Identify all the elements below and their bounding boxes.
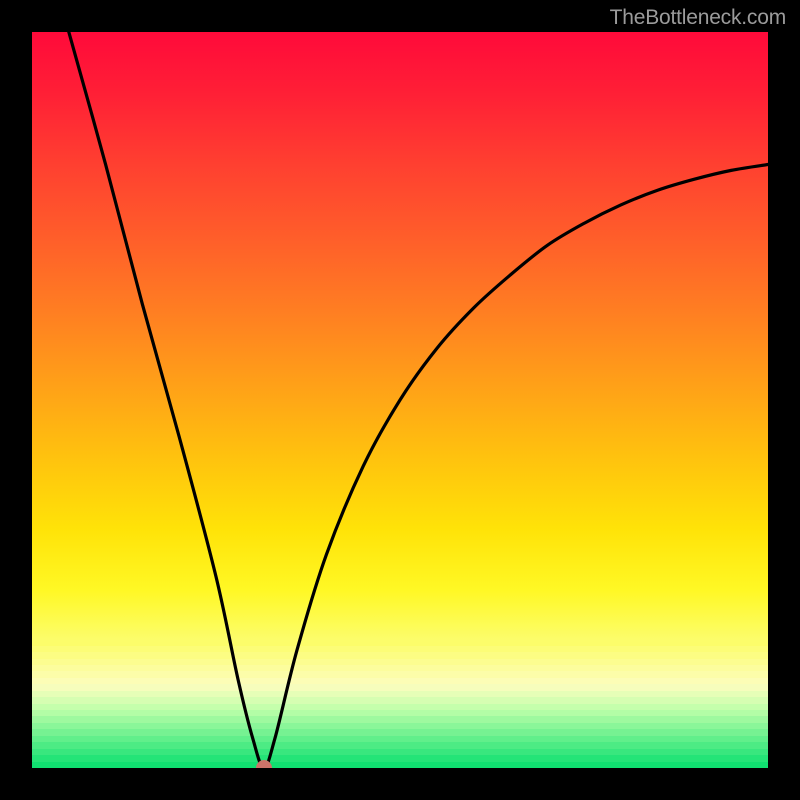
- plot-area: [32, 32, 768, 768]
- curve-svg: [32, 32, 768, 768]
- watermark-text: TheBottleneck.com: [610, 6, 786, 30]
- chart-frame: TheBottleneck.com: [0, 0, 800, 800]
- bottleneck-curve: [69, 32, 768, 768]
- plot-outer: [32, 32, 768, 768]
